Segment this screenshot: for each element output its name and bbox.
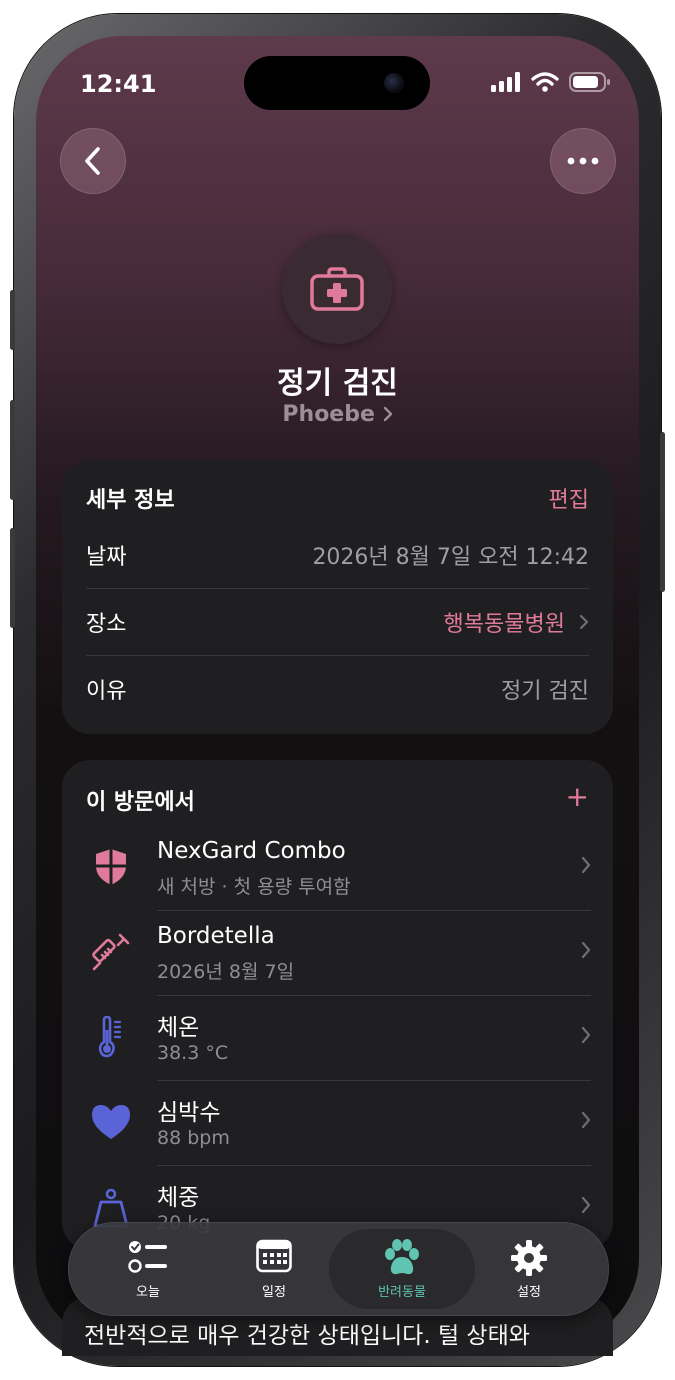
item-title: NexGard Combo xyxy=(157,838,346,864)
item-subtitle: 88 bpm xyxy=(157,1127,230,1149)
tab-label: 오늘 xyxy=(136,1285,160,1300)
dynamic-island xyxy=(244,56,430,110)
more-button[interactable] xyxy=(550,128,616,194)
list-item[interactable]: NexGard Combo 새 처방 · 첫 용량 투여함 xyxy=(62,826,613,910)
chevron-right-icon xyxy=(581,1196,591,1214)
details-heading: 세부 정보 xyxy=(86,488,175,513)
gear-icon xyxy=(462,1239,596,1277)
power-button xyxy=(660,432,665,592)
chevron-right-icon xyxy=(581,941,591,959)
signal-icon xyxy=(491,72,520,92)
chevron-right-icon xyxy=(581,856,591,874)
item-subtitle: 38.3 °C xyxy=(157,1042,229,1064)
wifi-icon xyxy=(531,72,559,92)
heart-icon xyxy=(88,1099,134,1145)
detail-value: 행복동물병원 xyxy=(443,612,565,637)
chevron-right-icon xyxy=(579,614,589,630)
status-time: 12:41 xyxy=(80,70,157,98)
medical-kit-avatar xyxy=(282,234,392,344)
status-icons xyxy=(491,72,611,92)
item-title: Bordetella xyxy=(157,923,275,949)
detail-label: 장소 xyxy=(86,612,127,637)
location-value: 행복동물병원 xyxy=(444,606,589,638)
visit-heading: 이 방문에서 xyxy=(86,790,195,815)
checklist-icon xyxy=(81,1239,215,1275)
detail-row-date: 날짜 2026년 8월 7일 오전 12:42 xyxy=(86,522,589,588)
item-subtitle: 2026년 8월 7일 xyxy=(157,961,295,983)
syringe-icon xyxy=(88,929,134,975)
ellipsis-icon xyxy=(567,157,599,165)
chevron-left-icon xyxy=(85,147,100,175)
item-title: 체중 xyxy=(157,1185,200,1211)
chevron-right-icon xyxy=(383,406,392,422)
paw-icon xyxy=(329,1239,475,1277)
tab-label: 설정 xyxy=(517,1285,541,1300)
volume-down-button xyxy=(10,528,15,628)
list-item[interactable]: Bordetella 2026년 8월 7일 xyxy=(62,911,613,995)
details-header: 세부 정보 편집 xyxy=(86,482,589,514)
notes-text: 전반적으로 매우 건강한 상태입니다. 털 상태와 xyxy=(84,1323,530,1349)
details-card: 세부 정보 편집 날짜 2026년 8월 7일 오전 12:42 장소 행복동물… xyxy=(62,460,613,734)
camera-icon xyxy=(384,73,404,93)
tab-label: 일정 xyxy=(262,1285,286,1300)
pet-link[interactable]: Phoebe xyxy=(0,402,675,427)
page-title: 정기 검진 xyxy=(277,366,398,401)
shield-icon xyxy=(88,844,134,890)
tab-label: 반려동물 xyxy=(378,1285,426,1300)
chevron-right-icon xyxy=(581,1026,591,1044)
tab-settings[interactable]: 설정 xyxy=(462,1223,596,1315)
detail-label: 날짜 xyxy=(86,545,127,570)
detail-value: 2026년 8월 7일 오전 12:42 xyxy=(312,545,589,570)
list-item[interactable]: 심박수 88 bpm xyxy=(62,1081,613,1165)
list-item[interactable]: 체온 38.3 °C xyxy=(62,996,613,1080)
thermometer-icon xyxy=(88,1014,134,1060)
item-title: 체온 xyxy=(157,1015,200,1041)
item-title: 심박수 xyxy=(157,1100,221,1126)
tab-today[interactable]: 오늘 xyxy=(81,1223,215,1315)
visit-header: 이 방문에서 + xyxy=(86,780,589,816)
battery-icon xyxy=(569,72,610,92)
tab-bar: 오늘 일정 반려동물 설정 xyxy=(68,1222,609,1316)
tab-schedule[interactable]: 일정 xyxy=(207,1223,341,1315)
detail-row-reason: 이유 정기 검진 xyxy=(86,656,589,722)
edit-button[interactable]: 편집 xyxy=(549,482,589,514)
action-button xyxy=(10,290,15,350)
tab-pets[interactable]: 반려동물 xyxy=(329,1229,475,1309)
calendar-icon xyxy=(207,1239,341,1273)
pet-name: Phoebe xyxy=(282,402,375,427)
detail-row-location[interactable]: 장소 행복동물병원 xyxy=(86,589,589,655)
detail-label: 이유 xyxy=(86,679,127,704)
detail-value: 정기 검진 xyxy=(501,679,589,704)
medical-bag-icon xyxy=(310,267,364,311)
back-button[interactable] xyxy=(60,128,126,194)
item-subtitle: 새 처방 · 첫 용량 투여함 xyxy=(157,876,351,898)
visit-card: 이 방문에서 + NexGard Combo 새 처방 · 첫 용량 투여함 B… xyxy=(62,760,613,1250)
add-button[interactable]: + xyxy=(566,780,589,816)
chevron-right-icon xyxy=(581,1111,591,1129)
